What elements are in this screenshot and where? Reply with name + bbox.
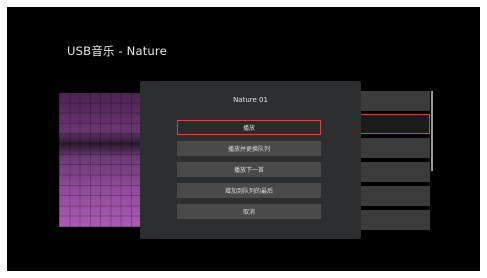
page-title: USB音乐 - Nature bbox=[67, 44, 167, 58]
play-label: 播放 bbox=[242, 125, 255, 132]
play-next-button[interactable]: 播放下一首 bbox=[177, 162, 321, 177]
playback-options-dialog: Nature 01 播放 播放并更换队列 播放下一首 增加到队列的最后 取消 bbox=[140, 81, 361, 239]
play-and-replace-queue-button[interactable]: 播放并更换队列 bbox=[177, 141, 321, 156]
cancel-button[interactable]: 取消 bbox=[177, 204, 321, 219]
play-and-replace-queue-label: 播放并更换队列 bbox=[227, 146, 270, 153]
track-row[interactable] bbox=[360, 162, 430, 182]
track-row[interactable] bbox=[360, 186, 430, 206]
track-row[interactable] bbox=[360, 91, 430, 111]
album-art bbox=[59, 93, 141, 227]
play-next-label: 播放下一首 bbox=[233, 167, 264, 174]
track-row[interactable] bbox=[360, 210, 430, 230]
add-to-end-of-queue-label: 增加到队列的最后 bbox=[224, 188, 273, 195]
cancel-label: 取消 bbox=[242, 209, 255, 216]
dialog-title: Nature 01 bbox=[233, 96, 268, 104]
play-button[interactable]: 播放 bbox=[177, 120, 321, 135]
tv-screen: USB音乐 - Nature Nature 01 播放 播放并更换队列 播放下一… bbox=[7, 7, 480, 271]
track-row[interactable] bbox=[360, 138, 430, 158]
scrollbar[interactable] bbox=[431, 91, 433, 171]
add-to-end-of-queue-button[interactable]: 增加到队列的最后 bbox=[177, 183, 321, 198]
track-row-focused[interactable] bbox=[360, 114, 430, 134]
